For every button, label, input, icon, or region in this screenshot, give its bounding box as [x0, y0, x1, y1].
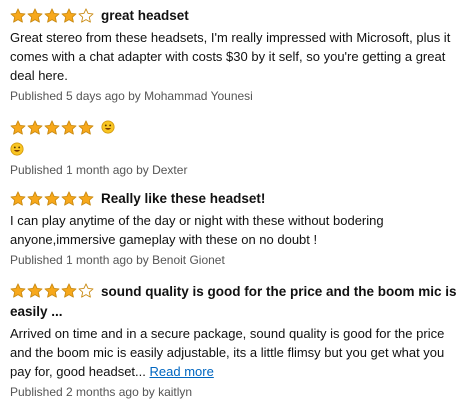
star-filled-icon	[10, 283, 26, 299]
review-meta: Published 5 days ago by Mohammad Younesi	[10, 89, 253, 103]
review-body: Arrived on time and in a secure package,…	[10, 324, 465, 381]
star-rating	[10, 120, 95, 136]
star-filled-icon	[10, 120, 26, 136]
star-filled-icon	[61, 191, 77, 207]
review-meta: Published 1 month ago by Benoit Gionet	[10, 253, 225, 267]
review-meta: Published 1 month ago by Dexter	[10, 163, 188, 177]
smiley-face-icon	[10, 142, 24, 156]
star-filled-icon	[44, 191, 60, 207]
star-empty-icon	[78, 283, 94, 299]
review-header: great headset	[10, 6, 465, 26]
star-filled-icon	[61, 283, 77, 299]
review-header: Really like these headset!	[10, 189, 465, 209]
star-filled-icon	[44, 8, 60, 24]
review-body-text: Arrived on time and in a secure package,…	[10, 326, 445, 379]
review-item: Published 1 month ago by Dexter	[10, 118, 465, 179]
star-filled-icon	[44, 283, 60, 299]
star-rating	[10, 283, 95, 299]
star-filled-icon	[27, 8, 43, 24]
star-filled-icon	[61, 120, 77, 136]
review-title[interactable]: Really like these headset!	[101, 189, 265, 209]
star-rating	[10, 8, 95, 24]
review-body: I can play anytime of the day or night w…	[10, 213, 384, 247]
review-item: sound quality is good for the price and …	[10, 282, 465, 401]
review-meta: Published 2 months ago by kaitlyn	[10, 385, 193, 399]
star-filled-icon	[27, 120, 43, 136]
star-filled-icon	[27, 283, 43, 299]
star-filled-icon	[78, 191, 94, 207]
star-filled-icon	[44, 120, 60, 136]
star-rating	[10, 191, 95, 207]
review-item: great headset Great stereo from these he…	[10, 6, 465, 105]
star-filled-icon	[10, 8, 26, 24]
star-empty-icon	[78, 8, 94, 24]
star-filled-icon	[78, 120, 94, 136]
review-body	[10, 140, 465, 159]
star-filled-icon	[10, 191, 26, 207]
review-header: sound quality is good for the price and …	[10, 282, 465, 322]
read-more-link[interactable]: Read more	[150, 364, 214, 379]
review-header	[10, 118, 465, 138]
review-title[interactable]: great headset	[101, 6, 189, 26]
review-item: Really like these headset! I can play an…	[10, 189, 465, 269]
star-filled-icon	[61, 8, 77, 24]
smiley-face-icon[interactable]	[101, 120, 117, 136]
star-filled-icon	[27, 191, 43, 207]
review-body: Great stereo from these headsets, I'm re…	[10, 30, 451, 83]
review-list: great headset Great stereo from these he…	[0, 0, 473, 404]
